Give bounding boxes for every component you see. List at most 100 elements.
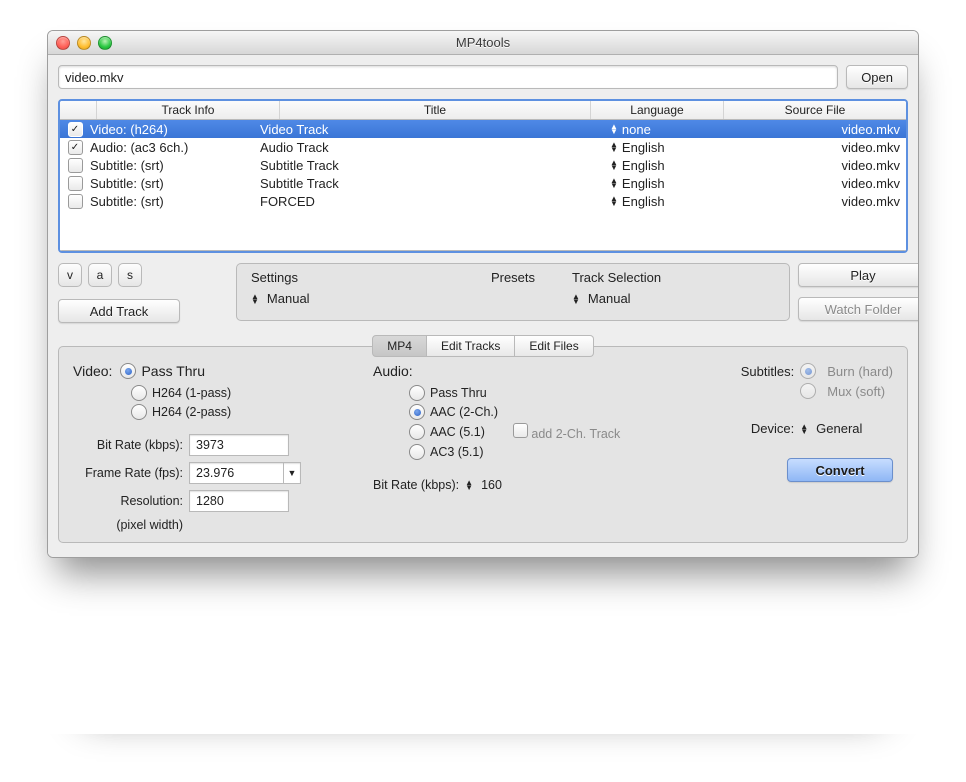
updown-icon: ▲▼ [610, 142, 618, 152]
col-title[interactable]: Title [280, 101, 591, 119]
job-window: File Job Status x video.mkv MP4 Conversi… [74, 542, 892, 704]
track-title: Subtitle Track [260, 158, 610, 173]
chevron-down-icon: ▼ [283, 463, 300, 483]
table-row[interactable]: Subtitle: (srt)FORCED▲▼Englishvideo.mkv [60, 192, 906, 210]
track-checkbox[interactable] [68, 176, 83, 191]
video-framerate-field[interactable]: 23.976▼ [189, 462, 301, 484]
track-selection-popup[interactable]: ▲▼ Manual [572, 291, 631, 306]
subtitles-mux-radio[interactable] [800, 383, 816, 399]
track-checkbox[interactable]: ✓ [68, 140, 83, 155]
updown-icon: ▲▼ [610, 178, 618, 188]
jobs-table: File Job Status x video.mkv MP4 Conversi… [91, 554, 533, 661]
job-row[interactable]: x video.mkv MP4 Conversion Complete [92, 574, 532, 592]
settings-label: Settings [251, 270, 454, 285]
close-icon[interactable] [56, 36, 70, 50]
track-title: Subtitle Track [260, 176, 610, 191]
zoom-icon[interactable] [98, 36, 112, 50]
track-language-popup[interactable]: ▲▼English [610, 158, 730, 173]
tab-mp4[interactable]: MP4 [372, 335, 427, 357]
track-language-popup[interactable]: ▲▼English [610, 194, 730, 209]
video-section: Video: Pass Thru H264 (1-pass) H264 (2-p… [73, 363, 363, 532]
open-button[interactable]: Open [846, 65, 908, 89]
job-status: Complete [442, 576, 532, 591]
subtitle-track-button[interactable]: s [118, 263, 142, 287]
audio-ac351-radio[interactable] [409, 444, 425, 460]
video-resolution-field[interactable]: 1280 [189, 490, 289, 512]
tab-edit-files[interactable]: Edit Files [515, 335, 593, 357]
table-row[interactable]: ✓Video: (h264)Video Track▲▼nonevideo.mkv [60, 120, 906, 138]
pause-button[interactable]: Pause [749, 669, 855, 693]
video-passthru-radio[interactable] [120, 363, 136, 379]
updown-icon: ▲▼ [610, 124, 618, 134]
table-row[interactable]: ✓Audio: (ac3 6ch.)Audio Track▲▼Englishvi… [60, 138, 906, 156]
audio-aac2-radio[interactable] [409, 404, 425, 420]
video-resolution-label: Resolution: [73, 494, 183, 508]
audio-bitrate-stepper[interactable]: ▲▼ 160 [465, 478, 502, 492]
add-2ch-checkbox[interactable] [513, 423, 528, 438]
audio-label: Audio: [373, 363, 413, 379]
tracks-body[interactable]: ✓Video: (h264)Video Track▲▼nonevideo.mkv… [60, 120, 906, 251]
col-track-info[interactable]: Track Info [97, 101, 280, 119]
play-button[interactable]: Play [798, 263, 919, 287]
settings-popup[interactable]: ▲▼ Manual [251, 291, 310, 306]
audio-bitrate-label: Bit Rate (kbps): [373, 478, 459, 492]
video-track-button[interactable]: v [58, 263, 82, 287]
job-file: video.mkv [110, 576, 262, 591]
job-name: MP4 Conversion [262, 576, 442, 591]
watch-folder-button[interactable]: Watch Folder [798, 297, 919, 321]
updown-icon: ▲▼ [251, 294, 259, 304]
track-title: FORCED [260, 194, 610, 209]
progress-table: Step Progress [553, 554, 875, 661]
track-title: Audio Track [260, 140, 610, 155]
subtitle-section: Subtitles: Burn (hard) Mux (soft) Device… [728, 363, 893, 532]
audio-passthru-radio[interactable] [409, 385, 425, 401]
tracks-table: Track Info Title Language Source File ✓V… [58, 99, 908, 253]
track-selection-label: Track Selection [572, 270, 775, 285]
track-info: Audio: (ac3 6ch.) [90, 140, 260, 155]
track-info: Subtitle: (srt) [90, 194, 260, 209]
track-language-popup[interactable]: ▲▼none [610, 122, 730, 137]
video-bitrate-label: Bit Rate (kbps): [73, 438, 183, 452]
track-info: Subtitle: (srt) [90, 176, 260, 191]
track-source: video.mkv [730, 194, 906, 209]
device-popup[interactable]: ▲▼ General [800, 421, 862, 436]
track-source: video.mkv [730, 122, 906, 137]
main-window: MP4tools video.mkv Open Track Info Title… [47, 30, 919, 558]
window-title: MP4tools [48, 35, 918, 50]
updown-icon: ▲▼ [800, 424, 808, 434]
video-h264-1pass-radio[interactable] [131, 385, 147, 401]
tab-edit-tracks[interactable]: Edit Tracks [427, 335, 515, 357]
video-label: Video: [73, 363, 112, 379]
subtitles-label: Subtitles: [728, 364, 794, 379]
add-track-button[interactable]: Add Track [58, 299, 180, 323]
track-info: Subtitle: (srt) [90, 158, 260, 173]
video-h264-2pass-radio[interactable] [131, 404, 147, 420]
track-language-popup[interactable]: ▲▼English [610, 140, 730, 155]
source-file-value: video.mkv [65, 70, 124, 85]
video-framerate-label: Frame Rate (fps): [73, 466, 183, 480]
subtitles-burn-radio[interactable] [800, 363, 816, 379]
track-language-popup[interactable]: ▲▼English [610, 176, 730, 191]
audio-section: Audio: Pass Thru AAC (2-Ch.) AAC (5.1) a… [373, 363, 683, 532]
track-source: video.mkv [730, 176, 906, 191]
presets-panel: Settings ▲▼ Manual Presets Track Selecti… [236, 263, 790, 321]
config-panel: Video: Pass Thru H264 (1-pass) H264 (2-p… [58, 346, 908, 543]
updown-icon: ▲▼ [572, 294, 580, 304]
audio-track-button[interactable]: a [88, 263, 112, 287]
table-row[interactable]: Subtitle: (srt)Subtitle Track▲▼Englishvi… [60, 174, 906, 192]
audio-aac51-radio[interactable] [409, 424, 425, 440]
track-checkbox[interactable] [68, 194, 83, 209]
col-language[interactable]: Language [591, 101, 724, 119]
remove-job-button[interactable]: x [92, 576, 110, 591]
minimize-icon[interactable] [77, 36, 91, 50]
device-label: Device: [728, 421, 794, 436]
updown-icon: ▲▼ [610, 196, 618, 206]
col-source[interactable]: Source File [724, 101, 906, 119]
video-bitrate-field[interactable]: 3973 [189, 434, 289, 456]
track-checkbox[interactable] [68, 158, 83, 173]
clear-button[interactable]: Clear [619, 669, 725, 693]
track-checkbox[interactable]: ✓ [68, 122, 83, 137]
convert-button[interactable]: Convert [787, 458, 893, 482]
source-file-field[interactable]: video.mkv [58, 65, 838, 89]
table-row[interactable]: Subtitle: (srt)Subtitle Track▲▼Englishvi… [60, 156, 906, 174]
